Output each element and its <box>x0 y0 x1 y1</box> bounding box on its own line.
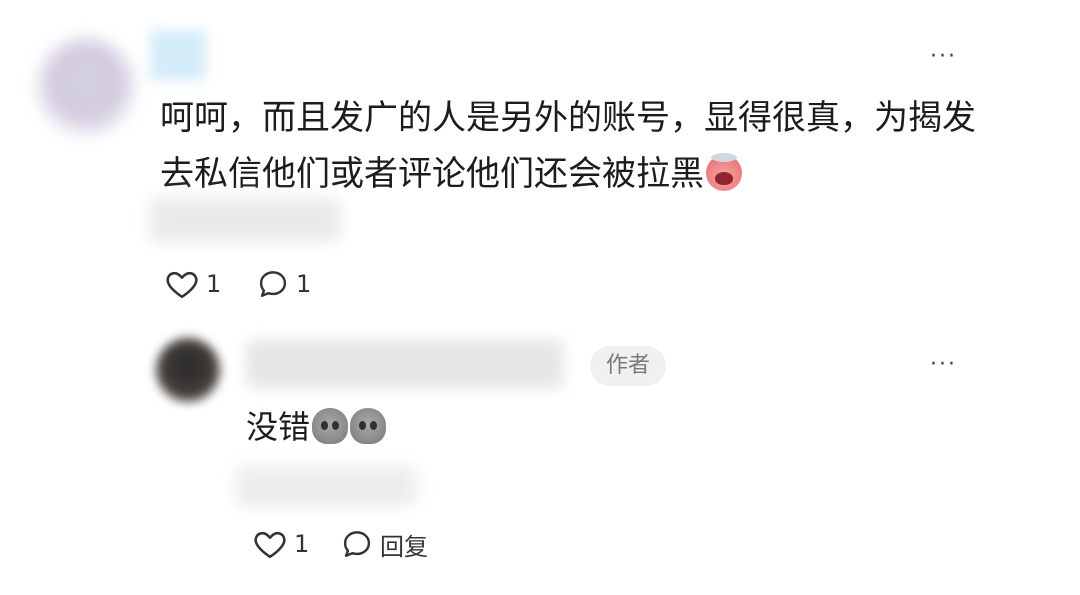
like-button[interactable]: 1 <box>164 266 221 302</box>
reply-avatar[interactable] <box>156 338 220 402</box>
username-redacted[interactable] <box>150 30 206 80</box>
reply-timestamp-redacted <box>236 466 416 506</box>
comment-text: 呵呵，而且发广的人是另外的账号，显得很真，为揭发去私信他们或者评论他们还会被拉黑 <box>160 98 976 194</box>
comment-bubble-icon <box>259 271 287 297</box>
reply-body: 没错 <box>246 404 387 450</box>
author-badge: 作者 <box>590 346 667 386</box>
avatar[interactable] <box>38 38 134 134</box>
reply-more-options-button[interactable]: ··· <box>930 354 957 376</box>
gray-face-icon <box>350 408 387 444</box>
reply-button-label: 回复 <box>380 532 428 561</box>
reply-text: 没错 <box>246 408 311 446</box>
more-options-button[interactable]: ··· <box>930 46 957 68</box>
reply-count-button[interactable]: 1 <box>256 266 311 302</box>
gray-face-icon <box>312 408 349 444</box>
heart-icon <box>254 531 286 559</box>
comment-bubble-icon <box>343 531 371 557</box>
crying-face-icon <box>706 153 742 191</box>
reply-button[interactable]: 回复 <box>340 526 428 562</box>
timestamp-redacted <box>150 198 340 242</box>
heart-icon <box>166 271 198 299</box>
like-count: 1 <box>206 270 222 298</box>
reply-count: 1 <box>296 270 312 298</box>
reply-like-button[interactable]: 1 <box>252 526 309 562</box>
reply-username-redacted[interactable] <box>246 340 564 388</box>
comment-body: 呵呵，而且发广的人是另外的账号，显得很真，为揭发去私信他们或者评论他们还会被拉黑 <box>160 90 990 202</box>
reply-like-count: 1 <box>294 530 310 558</box>
